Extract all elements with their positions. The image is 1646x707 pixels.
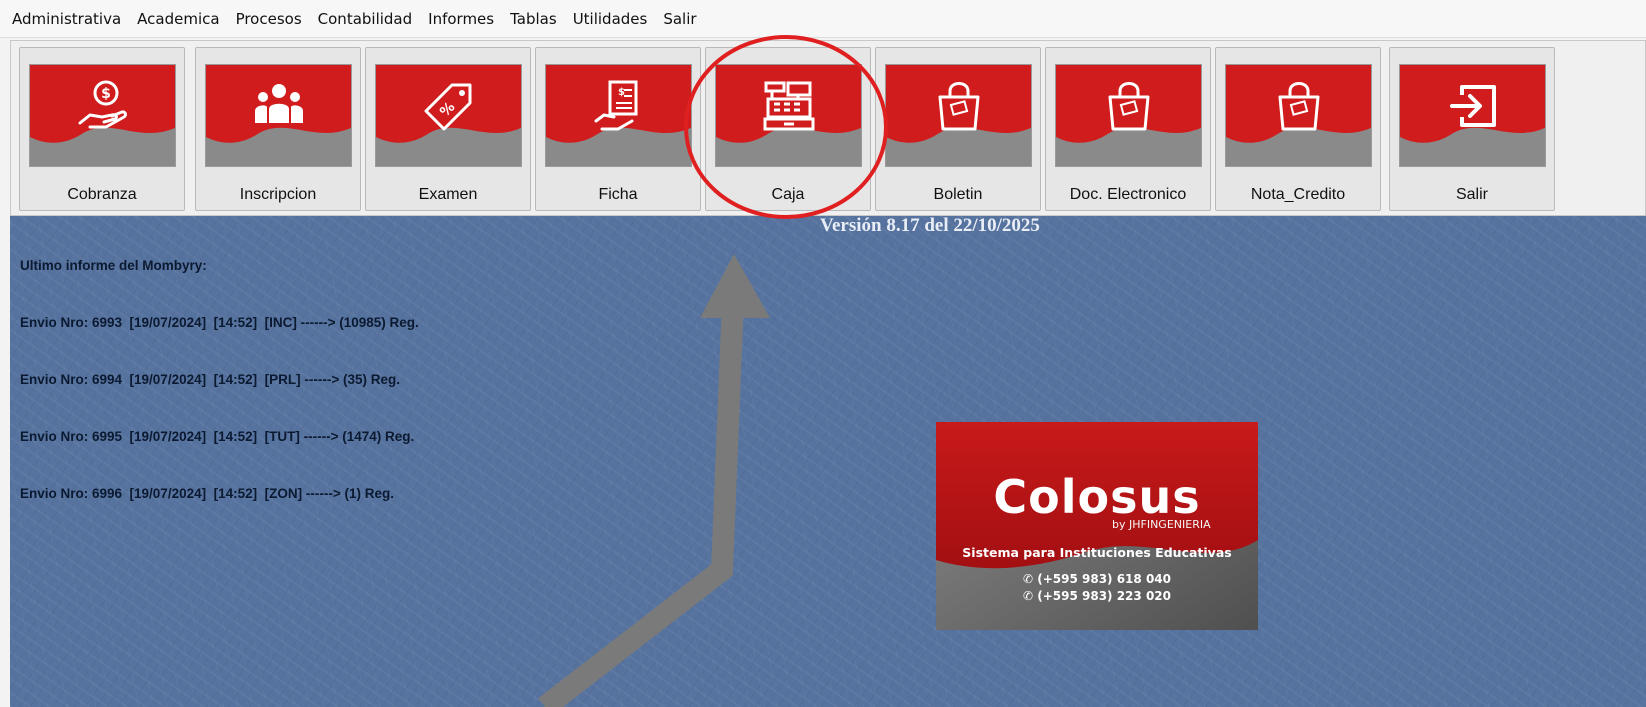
menu-academica[interactable]: Academica — [129, 0, 227, 38]
exit-icon — [1450, 85, 1496, 127]
tile-image — [885, 64, 1032, 167]
tile-image: $ — [545, 64, 692, 167]
logo-phone: ✆ (+595 983) 618 040 — [1022, 572, 1171, 586]
menu-contabilidad[interactable]: Contabilidad — [310, 0, 421, 38]
cobranza-button[interactable]: $ Cobranza — [19, 47, 185, 211]
cash-register-icon — [763, 81, 815, 131]
menu-administrativa[interactable]: Administrativa — [4, 0, 129, 38]
colosus-logo: Colosus by JHFINGENIERIA Sistema para In… — [936, 422, 1258, 630]
shopping-bag-icon — [1278, 82, 1320, 131]
ficha-label: Ficha — [598, 186, 638, 203]
report-panel: Ultimo informe del Mombyry: Envio Nro: 6… — [20, 218, 419, 541]
document-hand-icon: $ — [594, 80, 638, 131]
boletin-button[interactable]: Boletin — [875, 47, 1041, 211]
people-group-icon — [255, 84, 303, 123]
tile-image: $ — [29, 64, 176, 167]
report-heading: Ultimo informe del Mombyry: — [20, 258, 207, 273]
caja-button[interactable]: Caja — [705, 47, 871, 211]
logo-subtitle: Sistema para Instituciones Educativas — [962, 545, 1232, 560]
examen-label: Examen — [418, 186, 478, 203]
nota-credito-label: Nota_Credito — [1250, 186, 1346, 203]
inscripcion-label: Inscripcion — [239, 186, 317, 203]
whatsapp-icon: ✆ — [1022, 572, 1034, 586]
salir-button[interactable]: Salir — [1389, 47, 1555, 211]
tile-image — [1055, 64, 1202, 167]
logo-title: Colosus — [993, 470, 1201, 524]
menu-salir[interactable]: Salir — [655, 0, 704, 38]
svg-text:$: $ — [618, 87, 625, 98]
menu-informes[interactable]: Informes — [420, 0, 502, 38]
main-area: Ultimo informe del Mombyry: Envio Nro: 6… — [10, 216, 1646, 707]
menu-procesos[interactable]: Procesos — [228, 0, 310, 38]
nota-credito-button[interactable]: Nota_Credito — [1215, 47, 1381, 211]
caja-label: Caja — [771, 186, 805, 203]
inscripcion-button[interactable]: Inscripcion — [195, 47, 361, 211]
menu-tablas[interactable]: Tablas — [502, 0, 565, 38]
logo-byline: by JHFINGENIERIA — [1112, 518, 1211, 531]
percent-tag-icon: % — [424, 83, 472, 131]
report-line: Envio Nro: 6993 [19/07/2024] [14:52] [IN… — [20, 315, 419, 330]
report-line: Envio Nro: 6995 [19/07/2024] [14:52] [TU… — [20, 429, 415, 444]
money-hand-icon: $ — [78, 80, 127, 129]
salir-label: Salir — [1455, 186, 1488, 203]
tile-image — [1225, 64, 1372, 167]
cobranza-label: Cobranza — [67, 186, 137, 203]
menu-utilidades[interactable]: Utilidades — [565, 0, 656, 38]
boletin-label: Boletin — [933, 186, 983, 203]
ficha-button[interactable]: $ Ficha — [535, 47, 701, 211]
tile-image — [715, 64, 862, 167]
toolbar: $ Cobranza Inscripcion % Examen $ Ficha … — [10, 40, 1646, 216]
menu-bar: Administrativa Academica Procesos Contab… — [0, 0, 1646, 38]
report-line: Envio Nro: 6996 [19/07/2024] [14:52] [ZO… — [20, 486, 394, 501]
tile-image — [205, 64, 352, 167]
report-line: Envio Nro: 6994 [19/07/2024] [14:52] [PR… — [20, 372, 400, 387]
shopping-bag-icon — [1108, 82, 1150, 131]
tile-image — [1399, 64, 1546, 167]
version-text: Versión 8.17 del 22/10/2025 — [820, 216, 1040, 236]
logo-phone: ✆ (+595 983) 223 020 — [1022, 589, 1171, 603]
examen-button[interactable]: % Examen — [365, 47, 531, 211]
doc-electronico-label: Doc. Electronico — [1069, 186, 1187, 203]
tile-image: % — [375, 64, 522, 167]
svg-text:$: $ — [101, 86, 111, 102]
shopping-bag-icon — [938, 82, 980, 131]
whatsapp-icon: ✆ — [1022, 589, 1034, 603]
doc-electronico-button[interactable]: Doc. Electronico — [1045, 47, 1211, 211]
